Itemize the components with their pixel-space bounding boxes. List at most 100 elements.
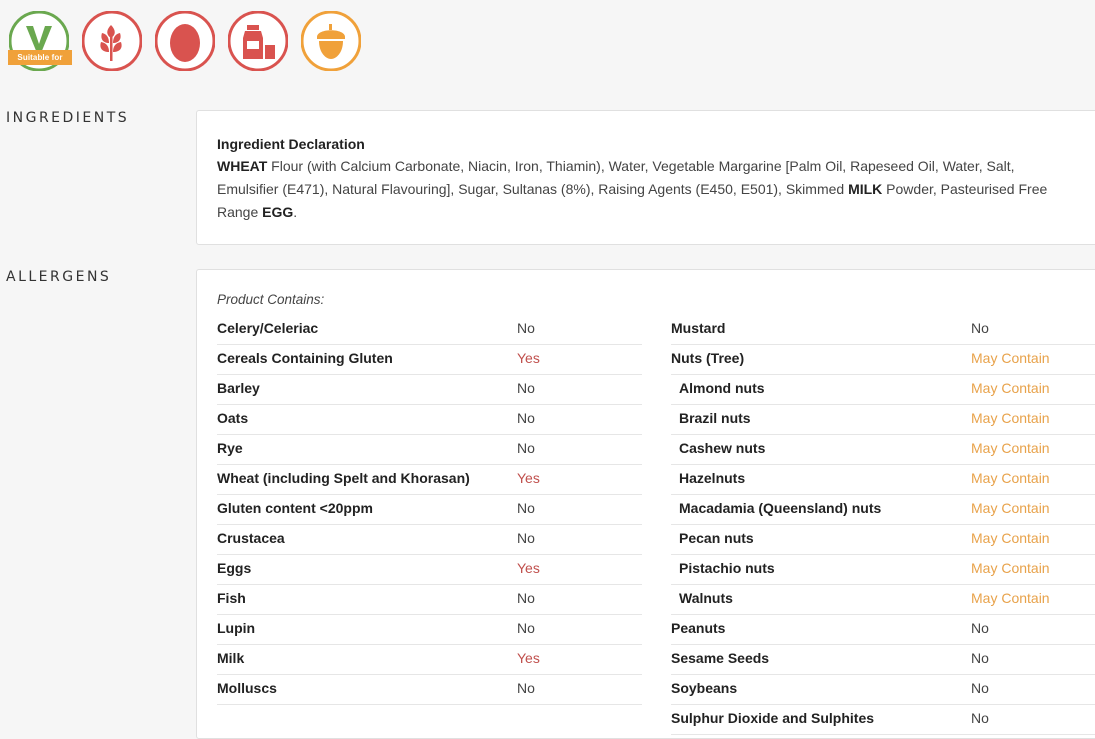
ingredient-declaration-text: WHEAT Flour (with Calcium Carbonate, Nia… [217, 155, 1078, 224]
allergens-left-column: Celery/Celeriac No Cereals Containing Glut… [217, 315, 642, 705]
allergen-name: Barley [217, 380, 260, 396]
allergen-highlight: EGG [262, 204, 294, 220]
allergen-name: Mustard [671, 320, 726, 336]
allergen-status: No [971, 320, 989, 336]
allergen-row: Nuts (Tree) May Contain [671, 345, 1095, 375]
allergen-row: Gluten content <20ppm No [217, 495, 642, 525]
allergen-status: No [971, 710, 989, 726]
allergen-row: Hazelnuts May Contain [671, 465, 1095, 495]
allergen-status: May Contain [971, 350, 1050, 366]
allergen-status: No [517, 500, 535, 516]
allergen-name: Rye [217, 440, 243, 456]
allergen-status: No [971, 620, 989, 636]
allergen-name: Walnuts [679, 590, 733, 606]
allergen-row: Wheat (including Spelt and Khorasan) Yes [217, 465, 642, 495]
allergen-row: Celery/Celeriac No [217, 315, 642, 345]
nuts-icon [301, 11, 361, 71]
allergen-status: No [517, 410, 535, 426]
allergen-highlight: MILK [848, 181, 883, 197]
allergen-row: Pecan nuts May Contain [671, 525, 1095, 555]
egg-icon [155, 11, 215, 71]
allergen-row: Macadamia (Queensland) nuts May Contain [671, 495, 1095, 525]
allergen-name: Crustacea [217, 530, 285, 546]
allergen-status: May Contain [971, 500, 1050, 516]
product-contains-label: Product Contains: [217, 292, 325, 307]
allergen-name: Hazelnuts [679, 470, 746, 486]
allergen-name: Soybeans [671, 680, 738, 696]
allergen-status: No [517, 320, 535, 336]
allergen-row: Eggs Yes [217, 555, 642, 585]
allergen-status: No [971, 650, 989, 666]
allergen-name: Cashew nuts [679, 440, 766, 456]
allergen-name: Cereals Containing Gluten [217, 350, 393, 366]
allergen-row: Pistachio nuts May Contain [671, 555, 1095, 585]
allergen-status: No [517, 590, 535, 606]
allergen-status: No [517, 620, 535, 636]
allergen-name: Pistachio nuts [679, 560, 775, 576]
allergen-status: No [517, 380, 535, 396]
allergen-row: Barley No [217, 375, 642, 405]
allergen-row: Walnuts May Contain [671, 585, 1095, 615]
allergen-status: May Contain [971, 440, 1050, 456]
allergen-row: Crustacea No [217, 525, 642, 555]
allergen-status: Yes [517, 350, 540, 366]
allergen-row: Brazil nuts May Contain [671, 405, 1095, 435]
allergen-status: No [517, 440, 535, 456]
allergen-name: Wheat (including Spelt and Khorasan) [217, 470, 470, 486]
milk-icon [228, 11, 288, 71]
allergen-row: Milk Yes [217, 645, 642, 675]
allergen-status: Yes [517, 470, 540, 486]
allergen-highlight: WHEAT [217, 158, 268, 174]
allergen-name: Celery/Celeriac [217, 320, 319, 336]
allergen-name: Macadamia (Queensland) nuts [679, 500, 882, 516]
allergen-name: Oats [217, 410, 249, 426]
allergen-status: May Contain [971, 560, 1050, 576]
allergens-section-label: ALLERGENS [6, 269, 112, 285]
vegetarian-badge-label: Suitable for [8, 50, 72, 65]
allergen-name: Peanuts [671, 620, 726, 636]
allergen-row: Molluscs No [217, 675, 642, 705]
ingredients-section-label: INGREDIENTS [6, 110, 130, 126]
allergen-name: Eggs [217, 560, 252, 576]
allergen-status: No [517, 680, 535, 696]
allergen-status: No [971, 680, 989, 696]
allergen-row: Lupin No [217, 615, 642, 645]
allergen-name: Sulphur Dioxide and Sulphites [671, 710, 875, 726]
allergen-name: Molluscs [217, 680, 277, 696]
allergen-name: Sesame Seeds [671, 650, 770, 666]
allergen-row: Peanuts No [671, 615, 1095, 645]
allergen-row: Soybeans No [671, 675, 1095, 705]
ingredient-declaration-heading: Ingredient Declaration [217, 136, 365, 152]
allergen-name: Pecan nuts [679, 530, 754, 546]
allergen-row: Fish No [217, 585, 642, 615]
allergen-status: May Contain [971, 380, 1050, 396]
allergen-status: May Contain [971, 590, 1050, 606]
allergen-row: Rye No [217, 435, 642, 465]
allergen-row: Almond nuts May Contain [671, 375, 1095, 405]
allergen-name: Gluten content <20ppm [217, 500, 373, 516]
allergen-status: May Contain [971, 470, 1050, 486]
allergen-status: May Contain [971, 530, 1050, 546]
allergens-panel: Product Contains: Celery/Celeriac No Cerea… [196, 269, 1095, 739]
vegetarian-icon: Suitable for [8, 11, 72, 71]
gluten-wheat-icon [82, 11, 142, 71]
allergen-row: Cereals Containing Gluten Yes [217, 345, 642, 375]
allergen-row: Cashew nuts May Contain [671, 435, 1095, 465]
allergen-name: Milk [217, 650, 245, 666]
ingredients-panel: Ingredient Declaration WHEAT Flour (with… [196, 110, 1095, 245]
allergen-name: Fish [217, 590, 246, 606]
allergen-name: Lupin [217, 620, 256, 636]
allergen-row: Sulphur Dioxide and Sulphites No [671, 705, 1095, 735]
allergen-name: Nuts (Tree) [671, 350, 745, 366]
allergen-name: Brazil nuts [679, 410, 751, 426]
ingredient-text: . [293, 204, 298, 220]
allergen-row: Mustard No [671, 315, 1095, 345]
allergens-right-column: Mustard No Nuts (Tree) May Contain Almond nu… [671, 315, 1095, 735]
allergen-status: May Contain [971, 410, 1050, 426]
allergen-name: Almond nuts [679, 380, 765, 396]
allergen-status: Yes [517, 560, 540, 576]
allergen-status: No [517, 530, 535, 546]
allergen-row: Oats No [217, 405, 642, 435]
allergen-row: Sesame Seeds No [671, 645, 1095, 675]
allergen-status: Yes [517, 650, 540, 666]
